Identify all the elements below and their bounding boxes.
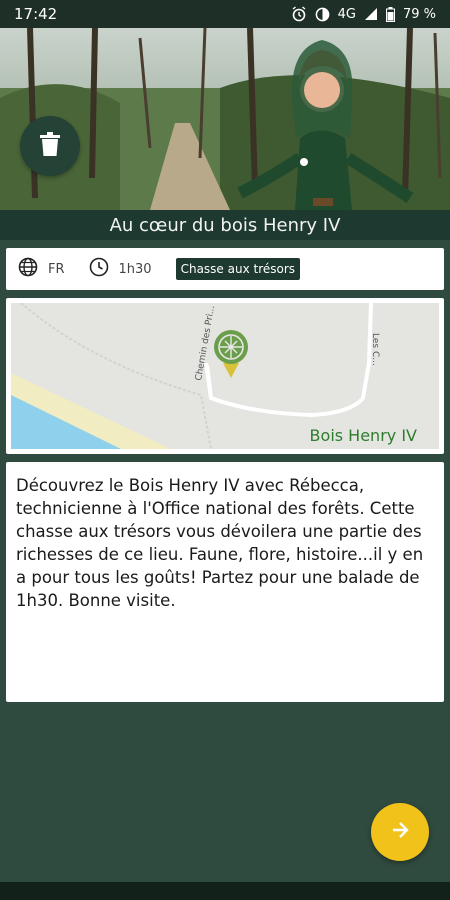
map-view[interactable]: Chemin des Pri... Les C... Bois Henry IV bbox=[11, 303, 439, 449]
next-button[interactable] bbox=[371, 803, 429, 861]
trash-icon bbox=[40, 132, 60, 160]
road-label-2: Les C... bbox=[370, 333, 380, 366]
duration-info: 1h30 bbox=[89, 257, 152, 281]
clock-icon bbox=[89, 257, 109, 281]
navigation-bar bbox=[0, 882, 450, 900]
page-title: Au cœur du bois Henry IV bbox=[109, 214, 341, 236]
description-card: Découvrez le Bois Henry IV avec Rébecca,… bbox=[6, 462, 444, 702]
battery-icon bbox=[385, 6, 395, 22]
arrow-right-icon bbox=[390, 820, 410, 844]
page-title-bar: Au cœur du bois Henry IV bbox=[0, 210, 450, 240]
language-info: FR bbox=[18, 257, 65, 281]
description-text: Découvrez le Bois Henry IV avec Rébecca,… bbox=[16, 476, 424, 610]
data-saver-icon bbox=[315, 7, 330, 22]
signal-icon bbox=[364, 7, 378, 21]
map-card[interactable]: Chemin des Pri... Les C... Bois Henry IV bbox=[6, 298, 444, 454]
status-icons: 4G 79 % bbox=[291, 6, 436, 22]
network-label: 4G bbox=[337, 6, 356, 22]
status-time: 17:42 bbox=[14, 5, 58, 23]
category-tag: Chasse aux trésors bbox=[175, 258, 301, 280]
map-place-label: Bois Henry IV bbox=[309, 426, 417, 445]
info-card: FR 1h30 Chasse aux trésors bbox=[6, 248, 444, 290]
language-label: FR bbox=[48, 261, 65, 277]
duration-label: 1h30 bbox=[118, 261, 152, 277]
hero-image bbox=[0, 28, 450, 210]
battery-percent: 79 % bbox=[402, 6, 436, 22]
alarm-icon bbox=[291, 6, 307, 22]
status-bar: 17:42 4G 79 % bbox=[0, 0, 450, 28]
delete-button[interactable] bbox=[20, 116, 80, 176]
globe-icon bbox=[18, 257, 38, 281]
forest-scene-illustration bbox=[0, 28, 450, 210]
